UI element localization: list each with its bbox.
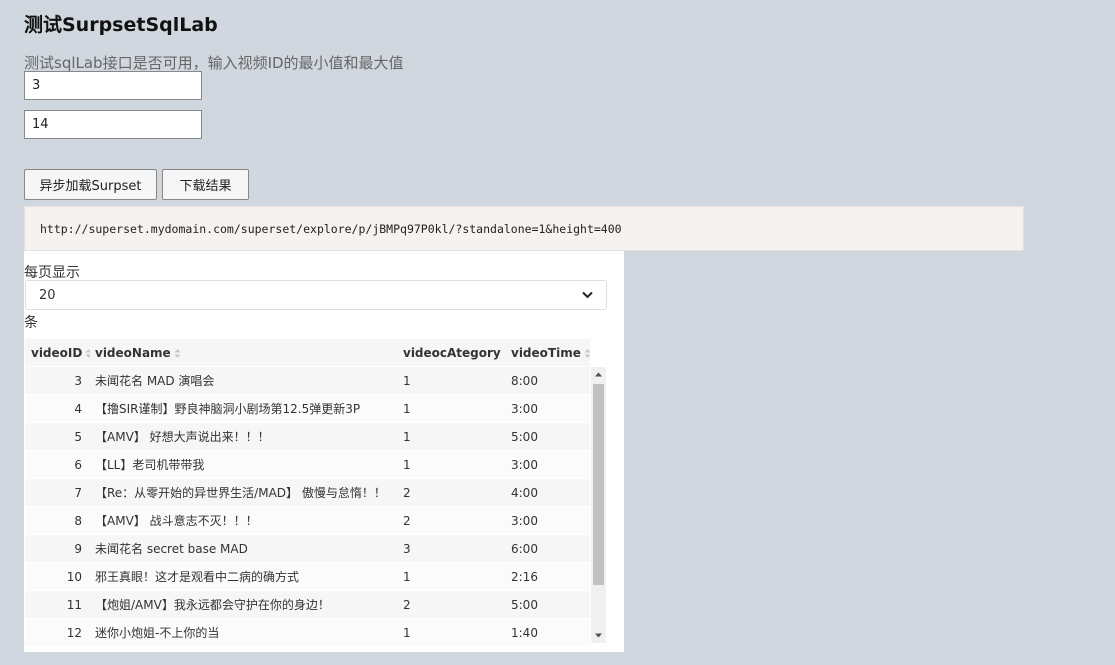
cell-video-time: 6:00 [511,541,538,556]
cell-video-name: 【炮姐/AMV】我永远都会守护在你的身边！ [95,598,330,612]
cell-video-category: 2 [403,513,411,528]
cell-video-category: 2 [403,485,411,500]
table-header: videoID videoName videocAtegory videoTim… [25,339,590,366]
cell-video-category: 1 [403,569,411,584]
min-video-id-input[interactable] [24,71,202,100]
column-header-videocategory[interactable]: videocAtegory [397,346,505,360]
cell-video-category: 1 [403,429,411,444]
page-subtitle: 测试sqlLab接口是否可用，输入视频ID的最小值和最大值 [24,54,404,72]
cell-video-name: 未闻花名 MAD 演唱会 [95,374,215,388]
table-row[interactable]: 12 迷你小炮姐-不上你的当 1 1:40 [25,619,590,647]
table-body: 3 未闻花名 MAD 演唱会 1 8:00 4 【撸SIR谨制】野良神脑洞小剧场第12.5… [25,367,590,647]
table-row[interactable]: 8 【AMV】 战斗意志不灭！！！ 2 3:00 [25,507,590,535]
page-title: 测试SurpsetSqlLab [24,14,218,36]
cell-video-name: 【AMV】 战斗意志不灭！！！ [95,514,258,528]
page-size-select[interactable]: 20 [25,280,607,310]
column-header-label: videoTime [511,345,581,360]
cell-video-time: 5:00 [511,597,538,612]
cell-video-name: 【Re：从零开始的异世界生活/MAD】 傲慢与怠惰！！ [95,486,386,500]
cell-video-id: 6 [74,457,82,472]
results-panel: 每页显示 20 条 videoID videoName videocAtegor… [24,251,624,652]
cell-video-time: 3:00 [511,457,538,472]
cell-video-category: 1 [403,457,411,472]
cell-video-time: 3:00 [511,513,538,528]
cell-video-category: 1 [403,401,411,416]
scrollbar-thumb[interactable] [593,384,604,585]
column-header-videotime[interactable]: videoTime [505,346,590,360]
table-row[interactable]: 11 【炮姐/AMV】我永远都会守护在你的身边！ 2 5:00 [25,591,590,619]
cell-video-id: 5 [74,429,82,444]
cell-video-category: 3 [403,541,411,556]
result-url-box: http://superset.mydomain.com/superset/ex… [24,206,1024,251]
page-size-unit: 条 [24,315,38,331]
column-header-videoname[interactable]: videoName [90,346,397,360]
column-header-videoid[interactable]: videoID [25,346,90,360]
table-row[interactable]: 5 【AMV】 好想大声说出来！！！ 1 5:00 [25,423,590,451]
cell-video-time: 5:00 [511,429,538,444]
cell-video-id: 3 [74,373,82,388]
table-row[interactable]: 6 【LL】老司机带带我 1 3:00 [25,451,590,479]
sort-icon [174,348,181,358]
cell-video-category: 1 [403,625,411,640]
result-url-text: http://superset.mydomain.com/superset/ex… [40,222,622,236]
table-scrollbar[interactable] [591,367,606,643]
cell-video-time: 3:00 [511,401,538,416]
cell-video-time: 4:00 [511,485,538,500]
cell-video-name: 未闻花名 secret base MAD [95,542,248,556]
cell-video-id: 12 [66,625,82,640]
cell-video-name: 迷你小炮姐-不上你的当 [95,626,220,640]
sort-icon [584,348,590,358]
download-results-button[interactable]: 下载结果 [162,169,249,200]
cell-video-id: 7 [74,485,82,500]
cell-video-id: 11 [66,597,82,612]
cell-video-category: 2 [403,597,411,612]
cell-video-id: 9 [74,541,82,556]
cell-video-time: 2:16 [511,569,538,584]
table-row[interactable]: 4 【撸SIR谨制】野良神脑洞小剧场第12.5弹更新3P 1 3:00 [25,395,590,423]
scroll-up-arrow-icon[interactable] [591,367,606,382]
scroll-down-arrow-icon[interactable] [591,628,606,643]
cell-video-id: 8 [74,513,82,528]
cell-video-time: 8:00 [511,373,538,388]
column-header-label: videocAtegory [403,345,501,360]
cell-video-id: 10 [66,569,82,584]
cell-video-time: 1:40 [511,625,538,640]
table-row[interactable]: 9 未闻花名 secret base MAD 3 6:00 [25,535,590,563]
page-size-value: 20 [39,287,56,303]
cell-video-name: 邪王真眼！这才是观看中二病的确方式 [95,570,300,584]
cell-video-id: 4 [74,401,82,416]
cell-video-name: 【AMV】 好想大声说出来！！！ [95,430,270,444]
page-size-label: 每页显示 [24,265,80,281]
column-header-label: videoName [95,345,171,360]
max-video-id-input[interactable] [24,110,202,139]
cell-video-name: 【LL】老司机带带我 [95,458,205,472]
column-header-label: videoID [31,345,83,360]
table-row[interactable]: 10 邪王真眼！这才是观看中二病的确方式 1 2:16 [25,563,590,591]
cell-video-category: 1 [403,373,411,388]
table-row[interactable]: 3 未闻花名 MAD 演唱会 1 8:00 [25,367,590,395]
table-row[interactable]: 7 【Re：从零开始的异世界生活/MAD】 傲慢与怠惰！！ 2 4:00 [25,479,590,507]
chevron-down-icon [582,291,593,299]
load-superset-button[interactable]: 异步加载Surpset [24,169,157,200]
cell-video-name: 【撸SIR谨制】野良神脑洞小剧场第12.5弹更新3P [95,402,361,416]
